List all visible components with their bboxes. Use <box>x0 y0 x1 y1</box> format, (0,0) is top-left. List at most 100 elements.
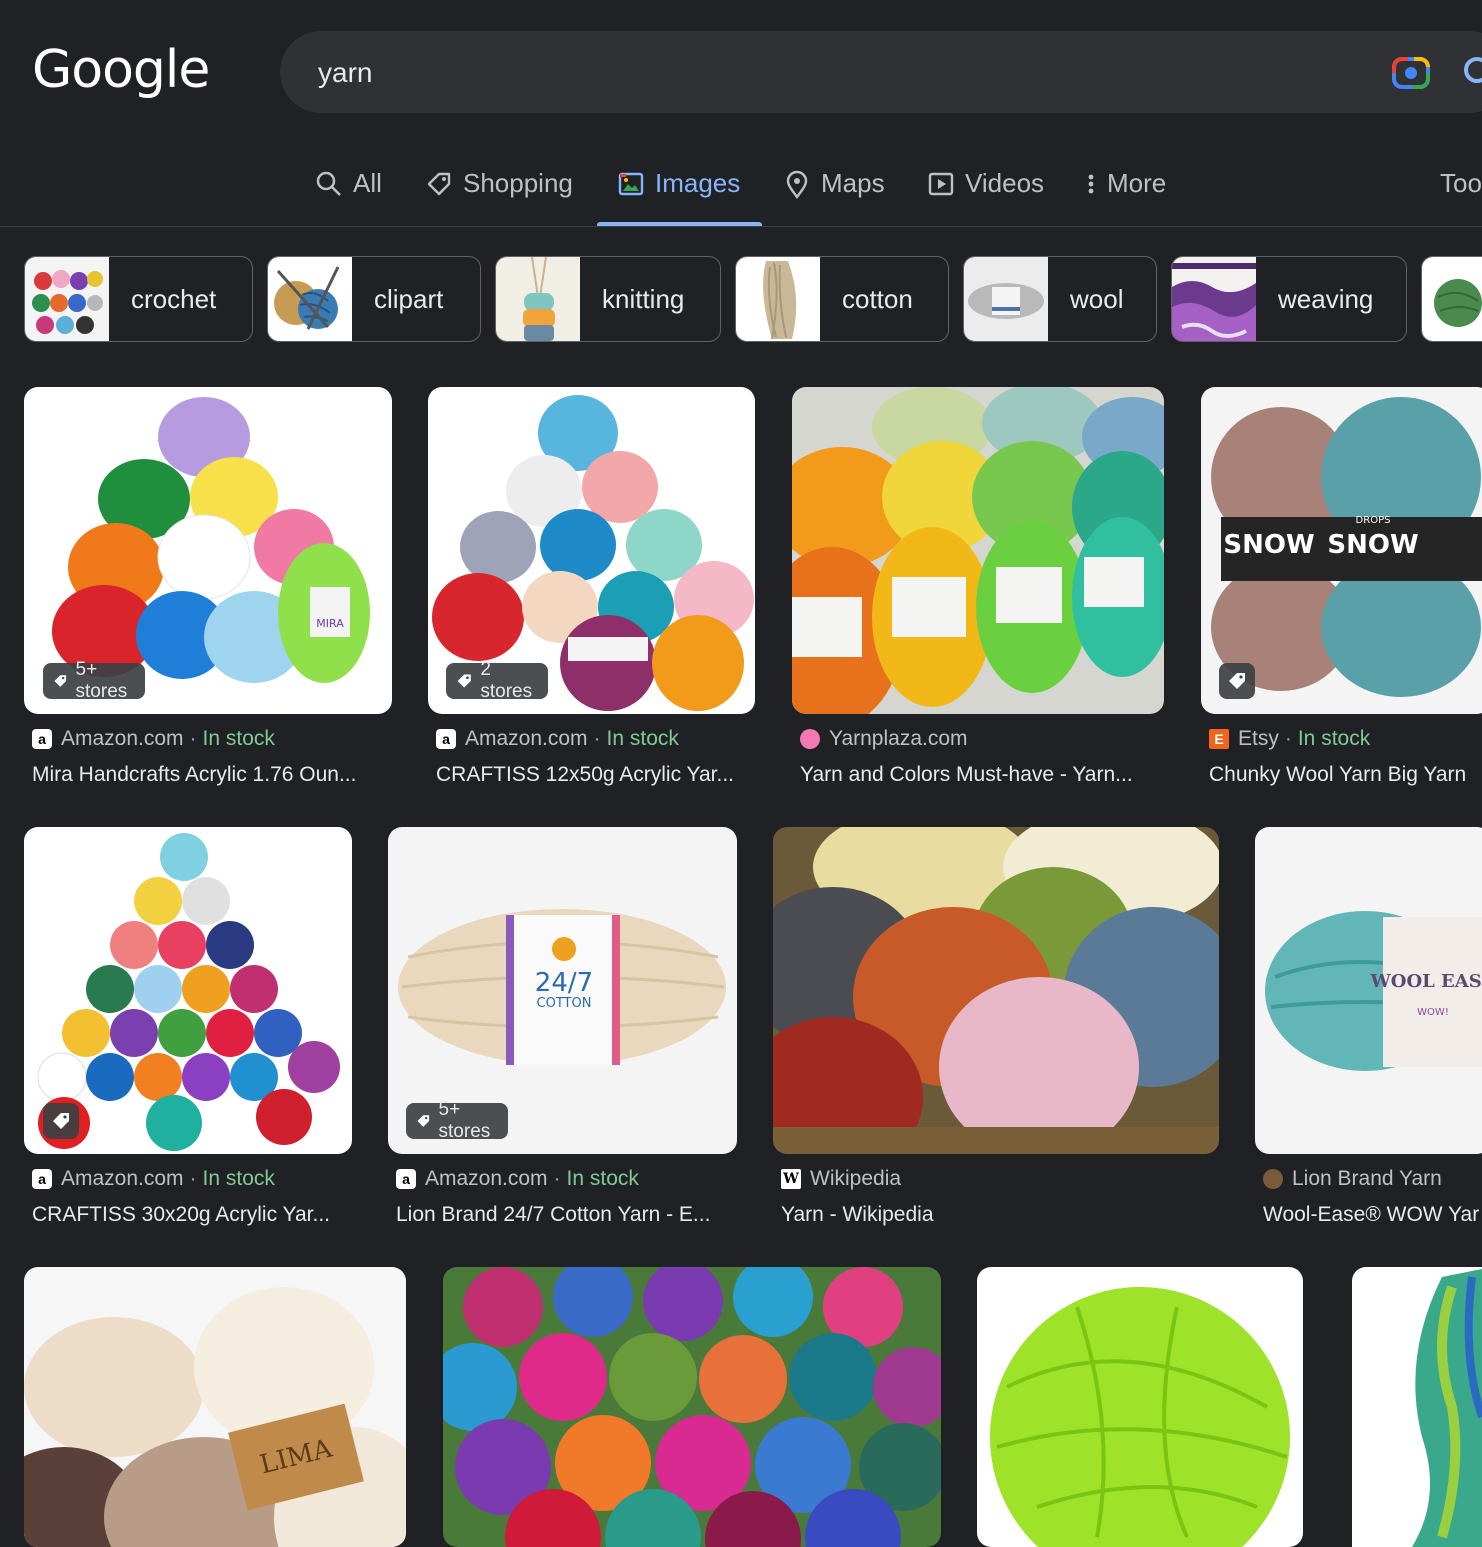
tab-videos[interactable]: Videos <box>927 160 1044 226</box>
chip-label: knitting <box>602 283 685 314</box>
source-name: Amazon.com <box>425 1167 548 1190</box>
google-lens-icon[interactable] <box>1392 55 1430 89</box>
tab-images[interactable]: Images <box>596 160 763 226</box>
chip-cotton[interactable]: cotton <box>735 256 949 342</box>
source-name: Wikipedia <box>810 1167 902 1190</box>
wikipedia-favicon-icon: W <box>781 1169 801 1189</box>
tab-maps-label: Maps <box>821 168 885 198</box>
result-source[interactable]: a Amazon.com · In stock <box>396 1167 639 1191</box>
result-image[interactable] <box>773 827 1219 1154</box>
tag-icon <box>417 1115 430 1127</box>
amazon-favicon-icon: a <box>436 729 456 749</box>
chip-thumbnail <box>496 257 580 341</box>
snow-label: SNOW <box>1327 530 1418 560</box>
source-name: Amazon.com <box>61 727 184 750</box>
video-icon <box>928 172 954 196</box>
source-name: Etsy <box>1238 727 1279 750</box>
result-source[interactable]: a Amazon.com · In stock <box>32 727 275 751</box>
source-name: Lion Brand Yarn <box>1292 1167 1442 1190</box>
cotton-word-label: COTTON <box>537 996 592 1011</box>
chip-label: crochet <box>131 283 217 314</box>
source-name: Amazon.com <box>465 727 588 750</box>
result-title[interactable]: Lion Brand 24/7 Cotton Yarn - E... <box>396 1203 736 1227</box>
stores-badge: 5+ stores <box>43 659 145 702</box>
map-pin-icon <box>786 170 808 200</box>
result-image[interactable] <box>443 1267 941 1547</box>
tab-shopping[interactable]: Shopping <box>425 160 573 226</box>
result-image[interactable] <box>792 387 1164 714</box>
result-title[interactable]: CRAFTISS 30x20g Acrylic Yar... <box>32 1203 352 1227</box>
search-bar[interactable] <box>280 31 1482 113</box>
chip-thumbnail <box>736 257 820 341</box>
source-name: Amazon.com <box>61 1167 184 1190</box>
result-image[interactable]: LIMA <box>24 1267 406 1547</box>
tab-more[interactable]: More <box>1085 160 1166 226</box>
badge-text: 5+ stores <box>438 1099 491 1142</box>
wool-ease-label: WOOL EASE <box>1370 971 1482 992</box>
chip-knitting[interactable]: knitting <box>495 256 721 342</box>
chip-thumbnail <box>1172 257 1256 341</box>
chip-label: weaving <box>1278 283 1374 314</box>
stock-status: In stock <box>606 727 679 750</box>
result-title[interactable]: CRAFTISS 12x50g Acrylic Yar... <box>436 763 756 787</box>
amazon-favicon-icon: a <box>396 1169 416 1189</box>
chip-thumbnail <box>964 257 1048 341</box>
tag-icon <box>53 1113 69 1129</box>
chip-thumbnail <box>25 257 109 341</box>
stores-badge <box>43 1103 79 1139</box>
stock-status: In stock <box>202 1167 275 1190</box>
result-source[interactable]: a Amazon.com · In stock <box>32 1167 275 1191</box>
chip-clipart[interactable]: clipart <box>267 256 481 342</box>
tab-shopping-label: Shopping <box>463 168 573 198</box>
more-vert-icon <box>1088 174 1094 194</box>
etsy-favicon-icon: E <box>1209 729 1229 749</box>
tag-icon <box>1229 673 1245 689</box>
chip-crochet[interactable]: crochet <box>24 256 253 342</box>
header: Google All Shopping Images Ma <box>0 0 1482 227</box>
result-source[interactable]: Lion Brand Yarn <box>1263 1167 1442 1191</box>
chip-label: clipart <box>374 283 444 314</box>
tools-button[interactable]: Too <box>1440 168 1482 199</box>
chip-label: wool <box>1070 283 1124 314</box>
tag-icon <box>457 674 471 688</box>
result-image[interactable]: WOOL EASE WOW! <box>1255 827 1482 1154</box>
tab-all[interactable]: All <box>315 160 382 226</box>
result-source[interactable]: E Etsy · In stock <box>1209 727 1370 751</box>
chip-thumbnail <box>1422 257 1482 341</box>
result-source[interactable]: W Wikipedia <box>781 1167 901 1191</box>
tab-maps[interactable]: Maps <box>783 160 885 226</box>
search-icon[interactable] <box>1460 53 1482 93</box>
cotton-247-label: 24/7 <box>535 968 593 998</box>
badge-text: 2 stores <box>480 659 533 702</box>
stores-badge: 2 stores <box>446 659 548 702</box>
drops-label: DROPS <box>1356 515 1391 526</box>
result-title[interactable]: Mira Handcrafts Acrylic 1.76 Oun... <box>32 763 392 787</box>
tab-more-label: More <box>1107 168 1167 198</box>
tab-all-label: All <box>353 168 382 198</box>
search-icon <box>316 171 341 196</box>
google-logo[interactable]: Google <box>32 40 210 100</box>
amazon-favicon-icon: a <box>32 1169 52 1189</box>
stock-status: In stock <box>1297 727 1371 750</box>
result-source[interactable]: Yarnplaza.com <box>800 727 968 751</box>
result-source[interactable]: a Amazon.com · In stock <box>436 727 679 751</box>
stock-status: In stock <box>566 1167 639 1190</box>
image-icon <box>618 172 644 196</box>
result-title[interactable]: Yarn - Wikipedia <box>781 1203 1211 1227</box>
badge-text: 5+ stores <box>75 659 128 702</box>
tab-images-label: Images <box>655 168 741 198</box>
result-title[interactable]: Yarn and Colors Must-have - Yarn... <box>800 763 1160 787</box>
amazon-favicon-icon: a <box>32 729 52 749</box>
stores-badge: 5+ stores <box>406 1099 508 1142</box>
result-title[interactable]: Wool-Ease® WOW Yar <box>1263 1203 1482 1227</box>
result-image[interactable] <box>977 1267 1303 1547</box>
tag-icon <box>54 675 67 687</box>
chip-weaving[interactable]: weaving <box>1171 256 1407 342</box>
result-title[interactable]: Chunky Wool Yarn Big Yarn <box>1209 763 1482 787</box>
chip-wool[interactable]: wool <box>963 256 1157 342</box>
search-input[interactable] <box>316 51 1320 95</box>
chip-more[interactable] <box>1421 256 1482 342</box>
result-image[interactable] <box>1352 1267 1482 1547</box>
chip-label: cotton <box>842 283 913 314</box>
stores-badge <box>1219 663 1255 699</box>
